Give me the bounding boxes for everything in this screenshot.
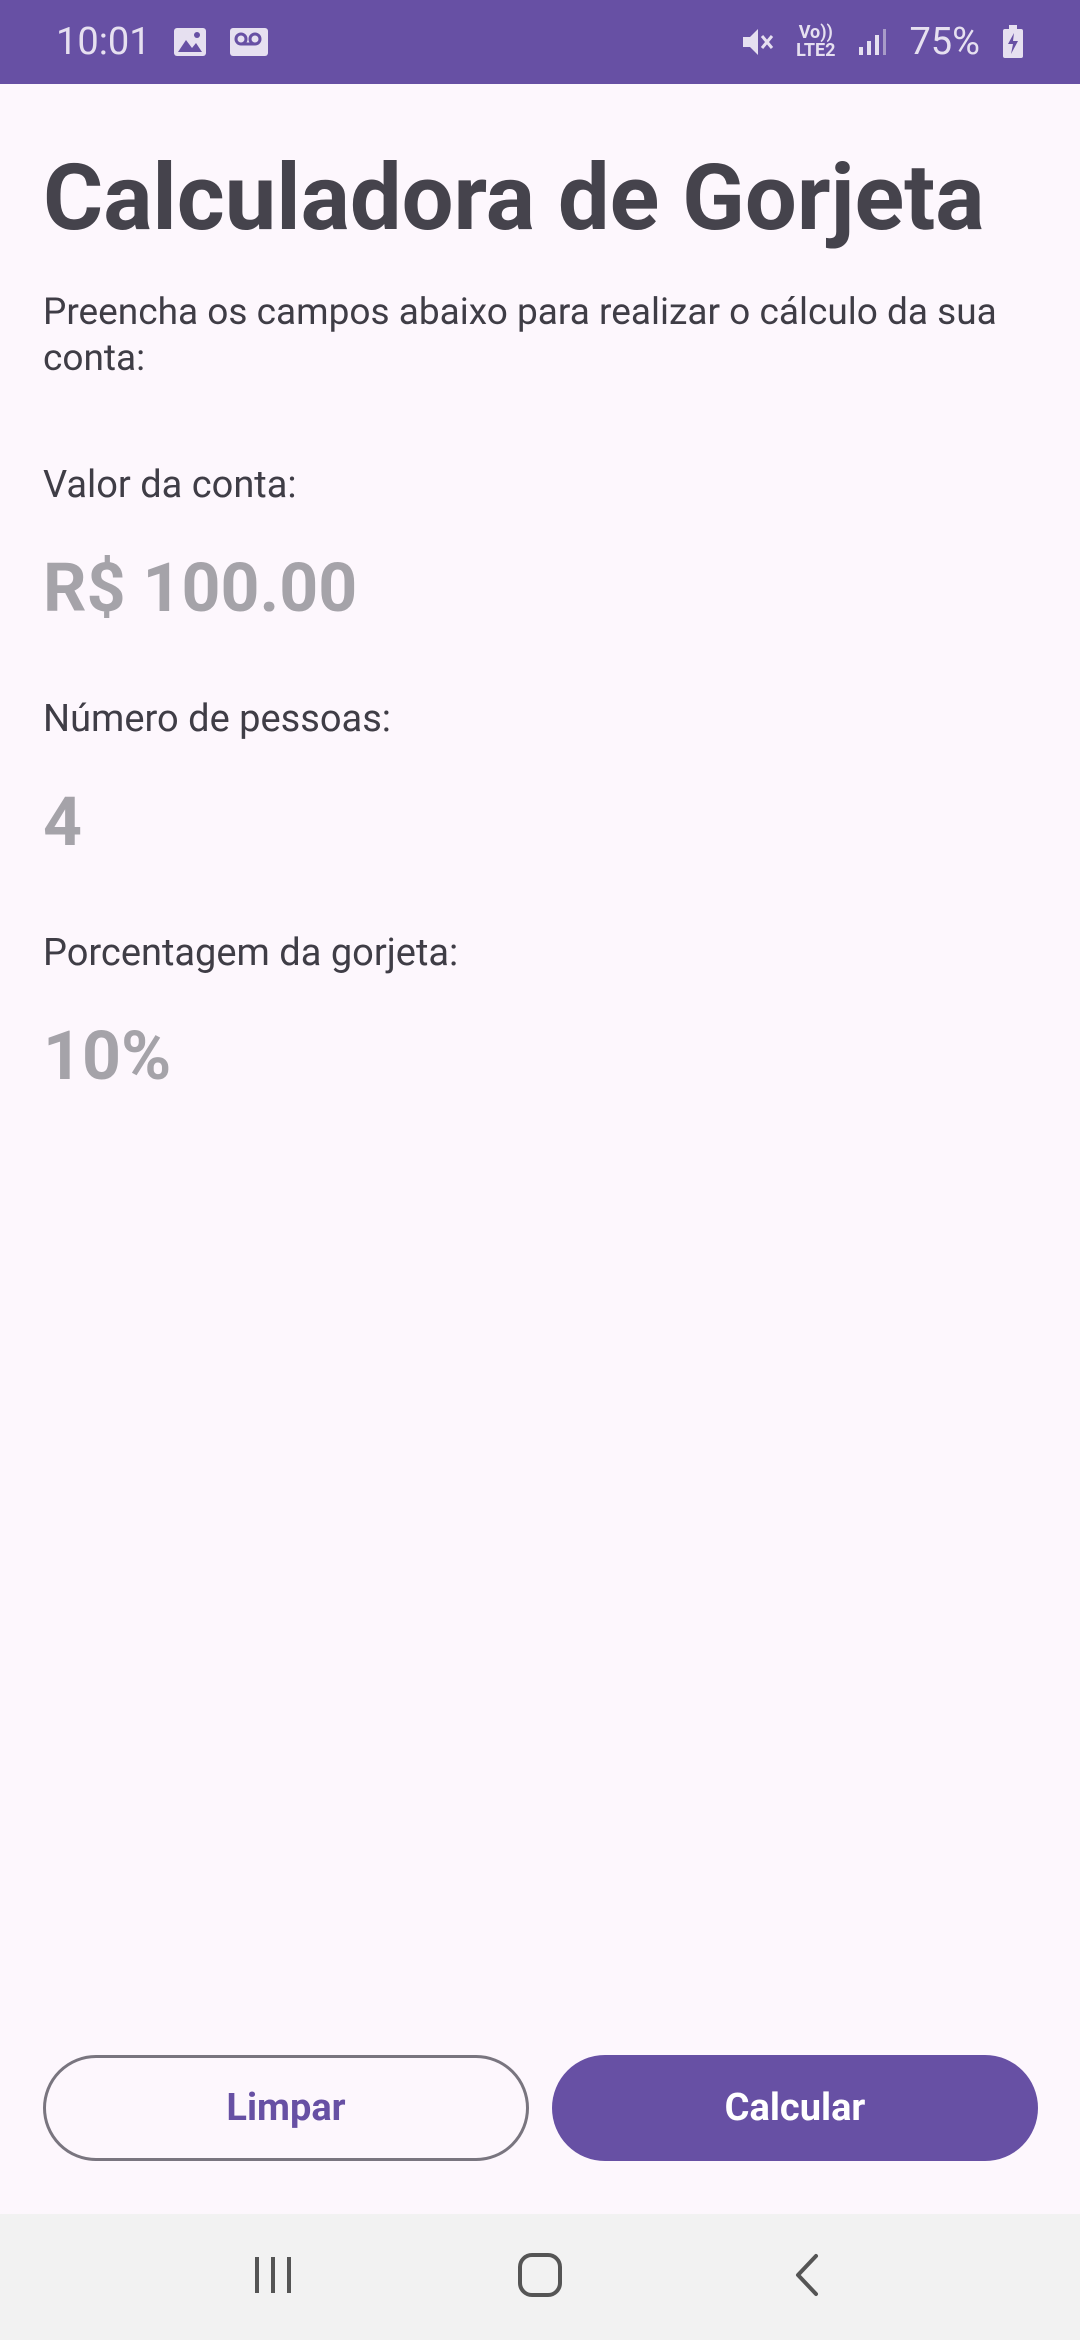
- clear-button[interactable]: Limpar: [43, 2055, 529, 2161]
- signal-icon: [857, 27, 887, 57]
- status-left: 10:01: [56, 20, 269, 64]
- mute-icon: [740, 25, 774, 59]
- recent-apps-button[interactable]: [213, 2232, 333, 2322]
- page-title: Calculadora de Gorjeta: [43, 145, 985, 252]
- status-bar: 10:01 Vo)) LTE2 75%: [0, 0, 1080, 84]
- home-button[interactable]: [480, 2232, 600, 2322]
- battery-percent: 75%: [909, 20, 980, 64]
- network-indicator: Vo)) LTE2: [796, 24, 835, 60]
- tip-percentage-label: Porcentagem da gorjeta:: [43, 931, 459, 975]
- main-content: Calculadora de Gorjeta Preencha os campo…: [43, 84, 1043, 1096]
- home-icon: [517, 2252, 563, 2302]
- status-time: 10:01: [56, 20, 151, 64]
- recent-apps-icon: [251, 2255, 295, 2299]
- bill-amount-label: Valor da conta:: [43, 463, 297, 507]
- battery-charging-icon: [1002, 25, 1024, 59]
- page-subtitle: Preencha os campos abaixo para realizar …: [43, 291, 997, 380]
- people-count-field[interactable]: 4: [43, 782, 1043, 862]
- status-right: Vo)) LTE2 75%: [740, 20, 1024, 64]
- tip-percentage-field[interactable]: 10%: [43, 1016, 1043, 1096]
- voicemail-icon: [229, 27, 269, 57]
- calculate-button[interactable]: Calcular: [552, 2055, 1038, 2161]
- bill-amount-field[interactable]: R$ 100.00: [43, 548, 1043, 628]
- gallery-icon: [173, 27, 207, 57]
- system-navigation-bar: [0, 2214, 1080, 2340]
- back-icon: [792, 2252, 822, 2302]
- network-bottom-label: LTE2: [796, 40, 836, 61]
- people-count-label: Número de pessoas:: [43, 697, 392, 741]
- back-button[interactable]: [747, 2232, 867, 2322]
- action-buttons: Limpar Calcular: [43, 2055, 1038, 2161]
